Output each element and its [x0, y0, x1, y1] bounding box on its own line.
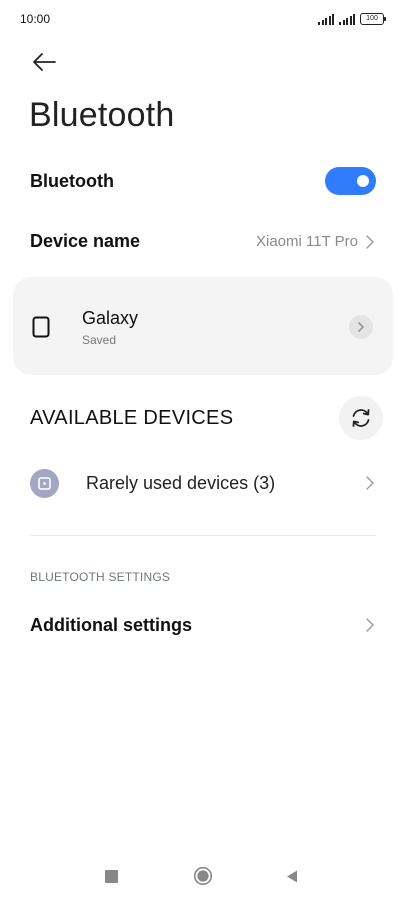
chevron-right-icon — [366, 476, 374, 490]
device-name-value: Xiaomi 11T Pro — [256, 233, 358, 250]
recents-square-icon[interactable] — [105, 870, 118, 883]
device-icon — [30, 469, 59, 498]
signal-icon — [339, 13, 355, 25]
chevron-right-icon — [366, 235, 374, 249]
bluetooth-settings-header: BLUETOOTH SETTINGS — [30, 570, 171, 584]
additional-settings-label: Additional settings — [30, 615, 192, 635]
paired-device-status: Saved — [82, 333, 117, 347]
back-arrow-icon[interactable] — [30, 50, 58, 74]
status-icons: 100 — [318, 12, 386, 26]
paired-device-card[interactable] — [13, 277, 393, 375]
device-details-button[interactable] — [349, 315, 373, 339]
battery-icon: 100 — [360, 13, 386, 25]
chevron-right-icon — [358, 322, 364, 332]
toggle-knob — [357, 175, 369, 187]
refresh-button[interactable] — [339, 396, 383, 440]
status-time: 10:00 — [20, 12, 51, 26]
rarely-used-devices-label: Rarely used devices (3) — [86, 473, 276, 493]
divider — [30, 535, 376, 536]
refresh-icon — [352, 409, 370, 427]
available-devices-title: AVAILABLE DEVICES — [30, 407, 234, 429]
paired-device-name: Galaxy — [82, 308, 139, 328]
bluetooth-toggle[interactable] — [325, 167, 376, 195]
chevron-right-icon — [366, 618, 374, 632]
signal-icon — [318, 13, 334, 25]
page-title: Bluetooth — [29, 96, 175, 134]
bluetooth-toggle-label: Bluetooth — [30, 171, 114, 191]
home-circle-icon[interactable] — [193, 866, 213, 886]
back-triangle-icon[interactable] — [285, 869, 299, 884]
smartphone-icon — [32, 316, 50, 338]
device-name-label: Device name — [30, 231, 141, 251]
